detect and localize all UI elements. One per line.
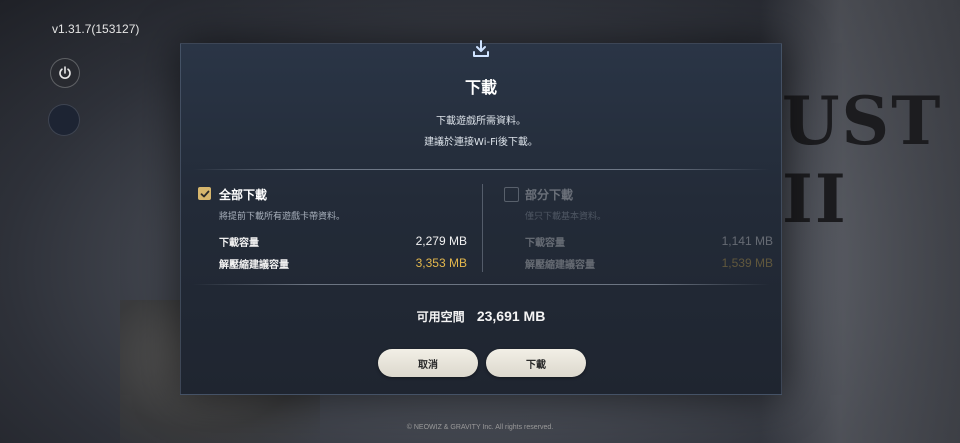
account-button[interactable] <box>48 104 80 136</box>
full-download-size-label: 下載容量 <box>219 238 259 249</box>
divider-bottom <box>193 284 769 285</box>
free-space-label: 可用空間 <box>416 310 465 324</box>
game-logo: UST II <box>782 82 943 238</box>
partial-download-label: 部分下載 <box>525 188 574 202</box>
full-download-size-value: 2,279 MB <box>415 234 467 248</box>
dialog-description-line2: 建議於連接Wi-Fi後下載。 <box>424 137 538 148</box>
partial-download-checkbox[interactable] <box>504 187 519 202</box>
full-download-unzip-label: 解壓縮建議容量 <box>219 260 289 271</box>
download-button[interactable]: 下載 <box>486 349 586 377</box>
copyright-text: © NEOWIZ & GRAVITY Inc. All rights reser… <box>406 424 554 431</box>
partial-download-unzip-label: 解壓縮建議容量 <box>525 260 595 271</box>
download-icon <box>469 37 493 61</box>
free-space: 可用空間 23,691 MB <box>181 308 781 325</box>
full-download-checkbox[interactable] <box>198 187 211 200</box>
divider-top <box>193 169 769 170</box>
version-label: v1.31.7(153127) <box>52 22 140 36</box>
full-download-label: 全部下載 <box>219 188 268 202</box>
partial-download-size-value: 1,141 MB <box>721 234 773 248</box>
dialog-title: 下載 <box>464 78 497 97</box>
option-divider <box>482 184 483 272</box>
check-icon <box>200 190 209 197</box>
partial-download-subtitle: 僅只下載基本資料。 <box>525 212 607 222</box>
partial-download-option[interactable]: 部分下載 僅只下載基本資料。 下載容量 1,141 MB 解壓縮建議容量 1,5… <box>503 184 773 274</box>
full-download-option[interactable]: 全部下載 將提前下載所有遊戲卡帶資料。 下載容量 2,279 MB 解壓縮建議容… <box>197 184 467 274</box>
download-dialog: 下載 下載遊戲所需資料。 建議於連接Wi-Fi後下載。 全部下載 將提前下載所有… <box>180 40 782 395</box>
power-icon <box>59 66 71 79</box>
power-button[interactable] <box>50 58 80 88</box>
full-download-unzip-value: 3,353 MB <box>415 256 467 270</box>
partial-download-size-label: 下載容量 <box>525 238 565 249</box>
dialog-description-line1: 下載遊戲所需資料。 <box>436 116 526 127</box>
free-space-value: 23,691 MB <box>476 308 546 324</box>
cancel-button[interactable]: 取消 <box>378 349 478 377</box>
full-download-subtitle: 將提前下載所有遊戲卡帶資料。 <box>219 212 346 222</box>
partial-download-unzip-value: 1,539 MB <box>721 256 773 270</box>
